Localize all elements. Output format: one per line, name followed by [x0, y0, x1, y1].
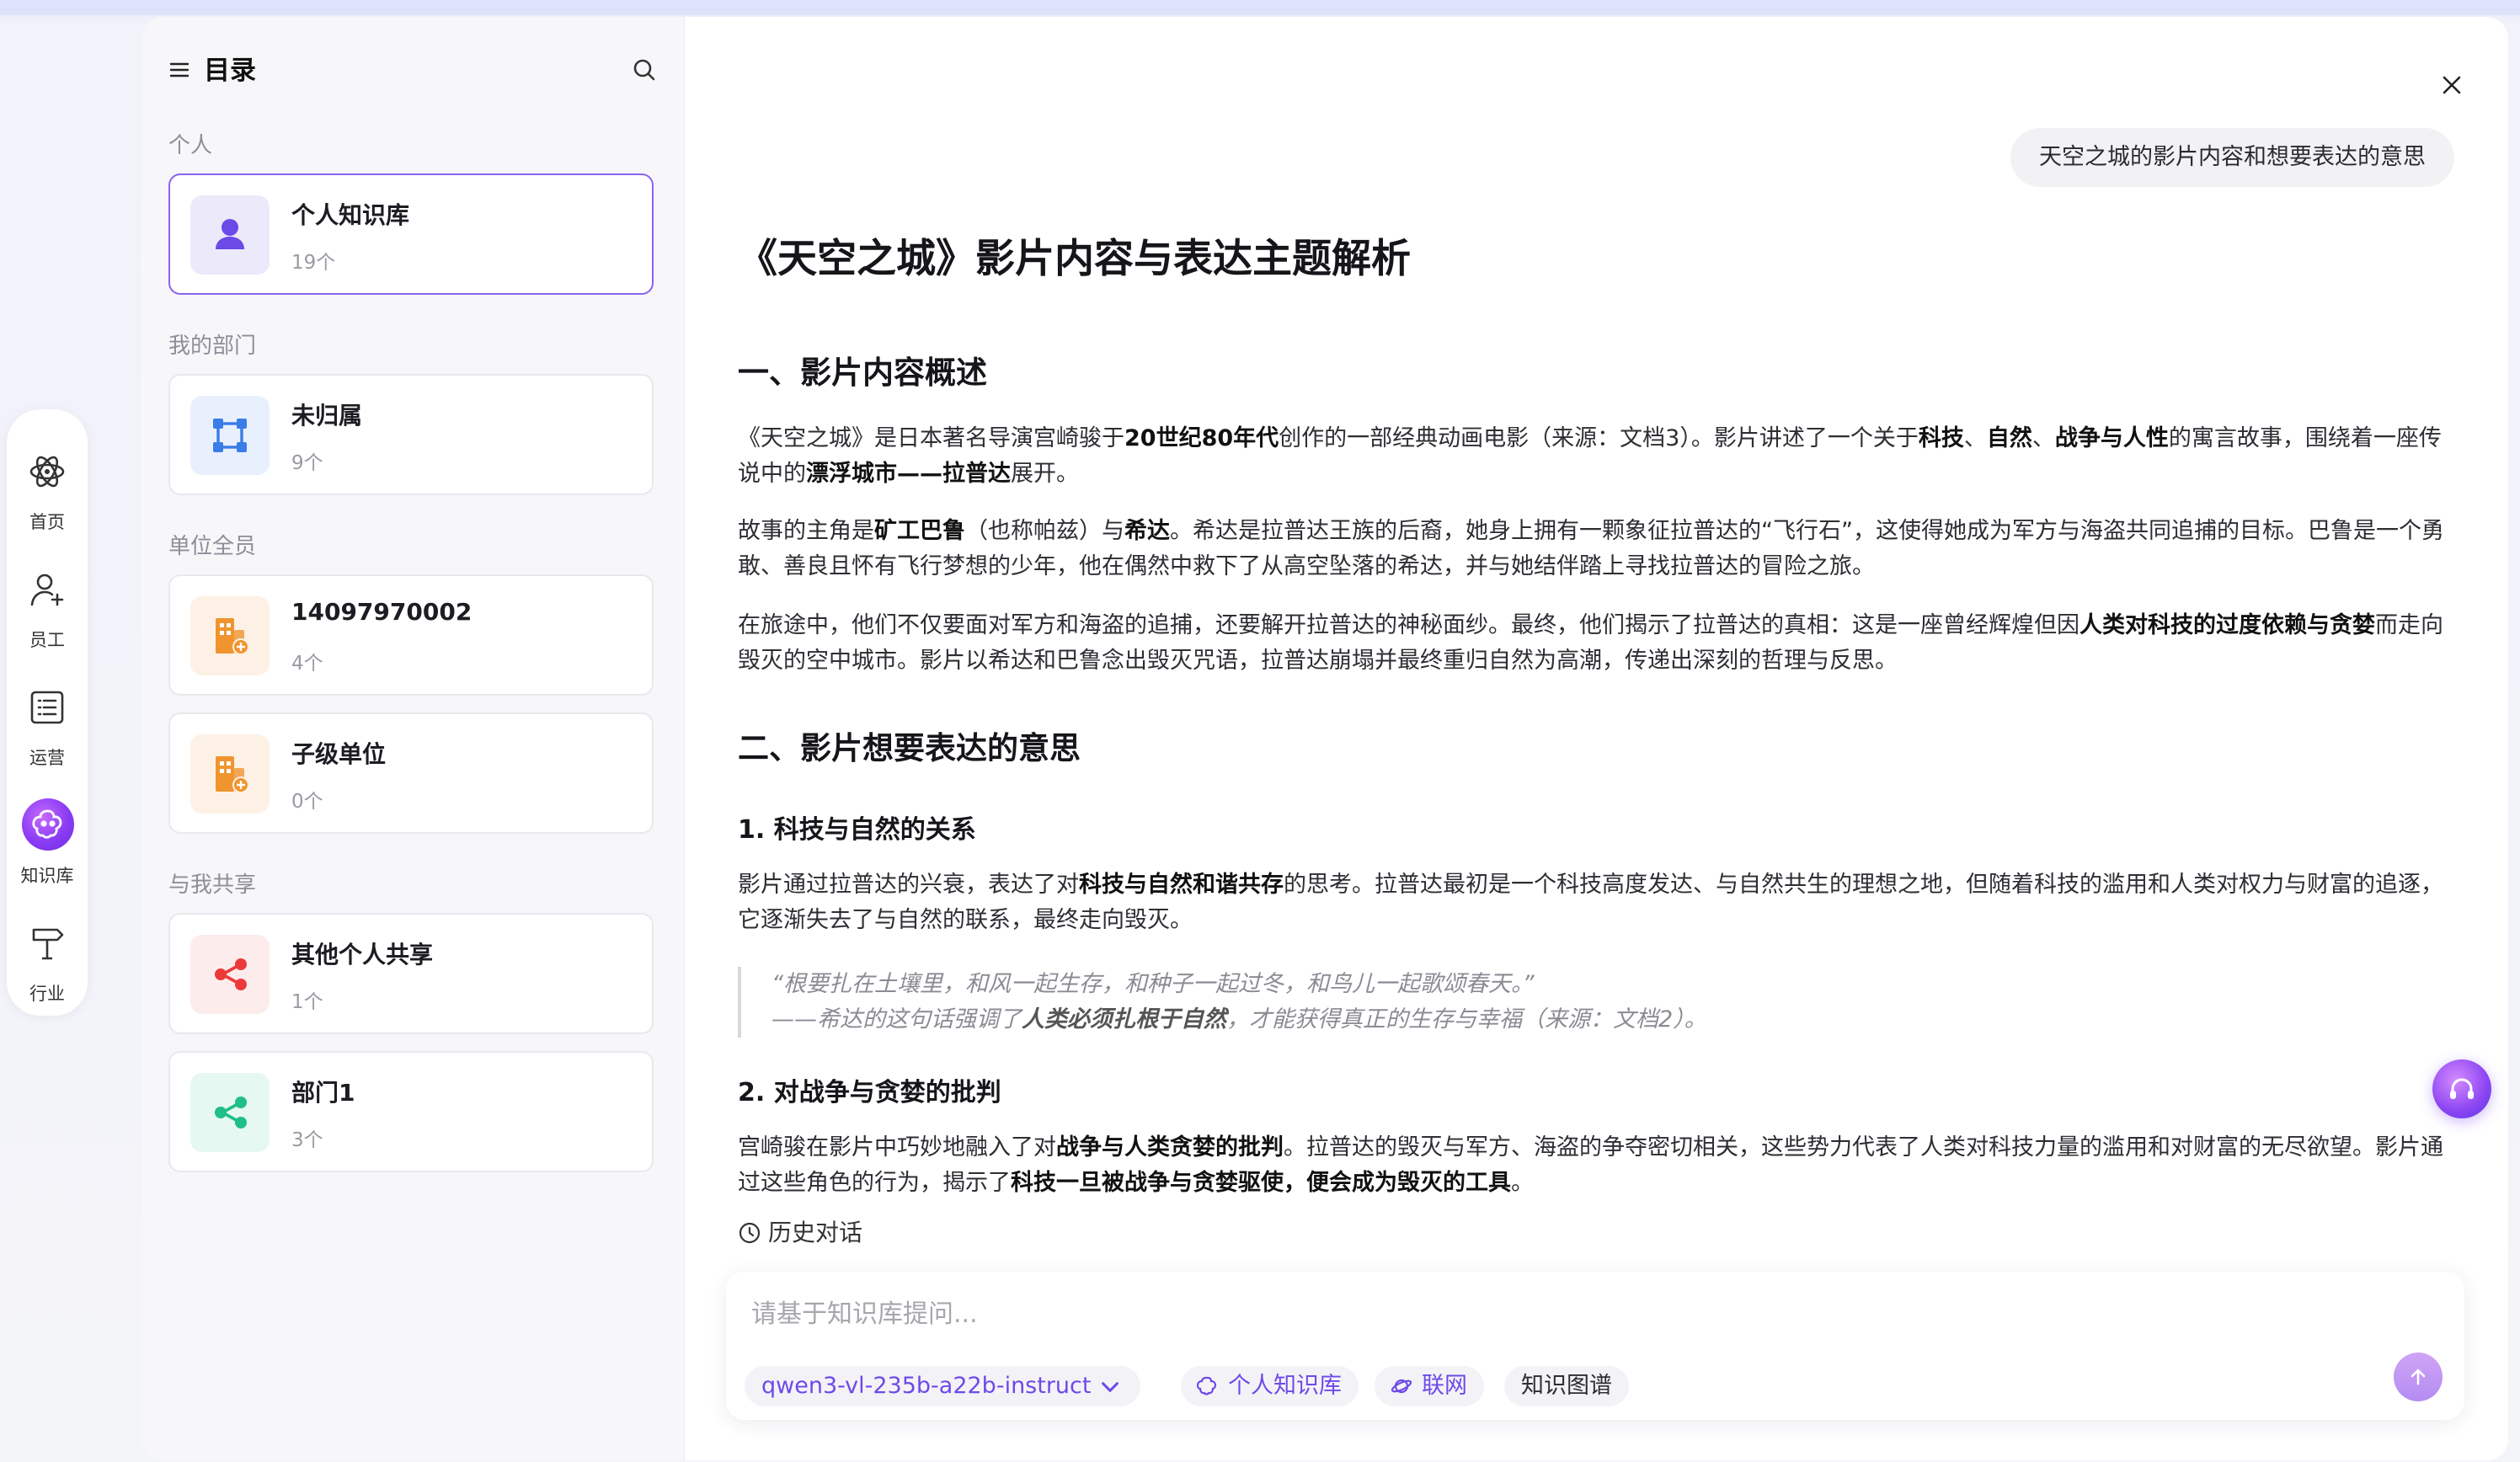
section-heading: 一、影片内容概述 [738, 355, 987, 391]
catalog-sidebar: 目录 个人 个人知识库 19个 我的部门 未归属 9个 单位全员 1409797… [141, 17, 685, 1460]
main-panel: 目录 个人 个人知识库 19个 我的部门 未归属 9个 单位全员 1409797… [141, 17, 2508, 1460]
kb-card-department-1[interactable]: 部门1 3个 [168, 1051, 654, 1172]
answer-paragraph: 宫崎骏在影片中巧妙地融入了对战争与人类贪婪的批判。拉普达的毁灭与军方、海盗的争夺… [738, 1134, 2443, 1196]
section-label-shared: 与我共享 [168, 872, 257, 898]
card-name: 其他个人共享 [291, 941, 434, 968]
atom-icon [27, 451, 67, 492]
graph-chip-label: 知识图谱 [1521, 1373, 1612, 1399]
nav-rail: 首页 员工 运营 知识库 行业 [7, 409, 88, 1016]
close-icon[interactable] [2437, 71, 2466, 99]
answer-paragraph: 故事的主角是矿工巴鲁（也称帕兹）与希达。希达是拉普达王族的后裔，她身上拥有一颗象… [738, 518, 2444, 579]
answer-paragraph: 在旅途中，他们不仅要面对军方和海盗的追捕，还要解开拉普达的神秘面纱。最终，他们揭… [738, 612, 2443, 674]
answer-title: 《天空之城》影片内容与表达主题解析 [738, 236, 1411, 282]
rail-item-operations[interactable]: 运营 [7, 677, 88, 778]
knowledge-base-icon [22, 798, 74, 851]
list-icon [27, 687, 67, 728]
history-label: 历史对话 [768, 1219, 863, 1246]
card-count: 3个 [291, 1129, 323, 1151]
sidebar-header: 目录 [168, 54, 657, 88]
user-plus-icon [27, 569, 67, 610]
floating-assistant-button[interactable] [2432, 1059, 2491, 1118]
rail-item-industry[interactable]: 行业 [7, 913, 88, 1014]
card-name: 未归属 [291, 402, 363, 430]
web-chip-label: 联网 [1422, 1373, 1467, 1399]
kb-card-unassigned[interactable]: 未归属 9个 [168, 374, 654, 495]
rail-item-staff[interactable]: 员工 [7, 559, 88, 660]
section-label-unit-all: 单位全员 [168, 534, 257, 559]
planet-icon [1391, 1379, 1412, 1394]
kb-card-shared-personal[interactable]: 其他个人共享 1个 [168, 913, 654, 1034]
rail-label: 运营 [29, 748, 65, 768]
kb-chip-label: 个人知识库 [1228, 1373, 1342, 1399]
answer-paragraph: 《天空之城》是日本著名导演宫崎骏于20世纪80年代创作的一部经典动画电影（来源：… [738, 425, 2442, 487]
card-count: 4个 [291, 653, 323, 675]
kb-card-unit[interactable]: 14097970002 4个 [168, 574, 654, 696]
building-icon [190, 596, 270, 675]
person-icon [190, 195, 270, 275]
section-label-personal: 个人 [168, 133, 213, 158]
arrow-up-icon [2411, 1369, 2426, 1385]
rail-item-home[interactable]: 首页 [7, 441, 88, 542]
rail-label: 员工 [29, 630, 65, 650]
rail-label: 首页 [29, 512, 65, 532]
card-name: 子级单位 [291, 740, 387, 768]
knowledge-base-icon [1196, 1376, 1217, 1395]
user-message-bubble: 天空之城的影片内容和想要表达的意思 [2010, 128, 2454, 187]
section-label-department: 我的部门 [168, 333, 257, 359]
chevron-down-icon [1098, 1373, 1122, 1399]
answer-quote: “根要扎在土壤里，和风一起生存，和种子一起过冬，和鸟儿一起歌颂春天。” ——希达的… [738, 967, 2456, 1038]
card-count: 0个 [291, 791, 323, 813]
card-name: 个人知识库 [291, 201, 410, 229]
share-icon [190, 1073, 270, 1152]
question-input[interactable] [750, 1292, 2353, 1336]
rail-item-knowledge-base[interactable]: 知识库 [7, 795, 88, 896]
web-search-chip[interactable]: 联网 [1375, 1366, 1484, 1406]
chat-area: 天空之城的影片内容和想要表达的意思 《天空之城》影片内容与表达主题解析 一、影片… [684, 17, 2508, 1460]
top-strip [0, 0, 2520, 15]
knowledge-graph-chip[interactable]: 知识图谱 [1504, 1366, 1629, 1406]
card-name: 部门1 [291, 1079, 355, 1107]
kb-card-sub-unit[interactable]: 子级单位 0个 [168, 712, 654, 834]
card-name: 14097970002 [291, 598, 472, 626]
clock-icon [738, 1221, 761, 1245]
kb-card-personal[interactable]: 个人知识库 19个 [168, 173, 654, 295]
model-label: qwen3-vl-235b-a22b-instruct [761, 1373, 1092, 1399]
sidebar-title: 目录 [204, 56, 256, 86]
send-button[interactable] [2394, 1353, 2443, 1401]
search-icon[interactable] [630, 56, 659, 84]
card-count: 19个 [291, 252, 336, 274]
rail-label: 知识库 [20, 866, 74, 886]
section-heading: 二、影片想要表达的意思 [738, 730, 1081, 766]
share-icon [190, 935, 270, 1014]
kb-chip[interactable]: 个人知识库 [1181, 1366, 1359, 1406]
building-icon [190, 734, 270, 814]
signpost-icon [27, 923, 67, 963]
card-count: 9个 [291, 452, 323, 474]
subsection-heading: 2. 对战争与贪婪的批判 [738, 1078, 1001, 1107]
subsection-heading: 1. 科技与自然的关系 [738, 815, 976, 845]
menu-icon[interactable] [168, 59, 190, 81]
headset-icon [2450, 1078, 2474, 1099]
department-icon [190, 396, 270, 475]
card-count: 1个 [291, 991, 323, 1013]
answer-paragraph: 影片通过拉普达的兴衰，表达了对科技与自然和谐共存的思考。拉普达最初是一个科技高度… [738, 872, 2443, 933]
composer: qwen3-vl-235b-a22b-instruct 个人知识库 联网 知识图… [726, 1272, 2464, 1420]
model-selector[interactable]: qwen3-vl-235b-a22b-instruct [745, 1366, 1141, 1406]
rail-label: 行业 [29, 984, 65, 1004]
